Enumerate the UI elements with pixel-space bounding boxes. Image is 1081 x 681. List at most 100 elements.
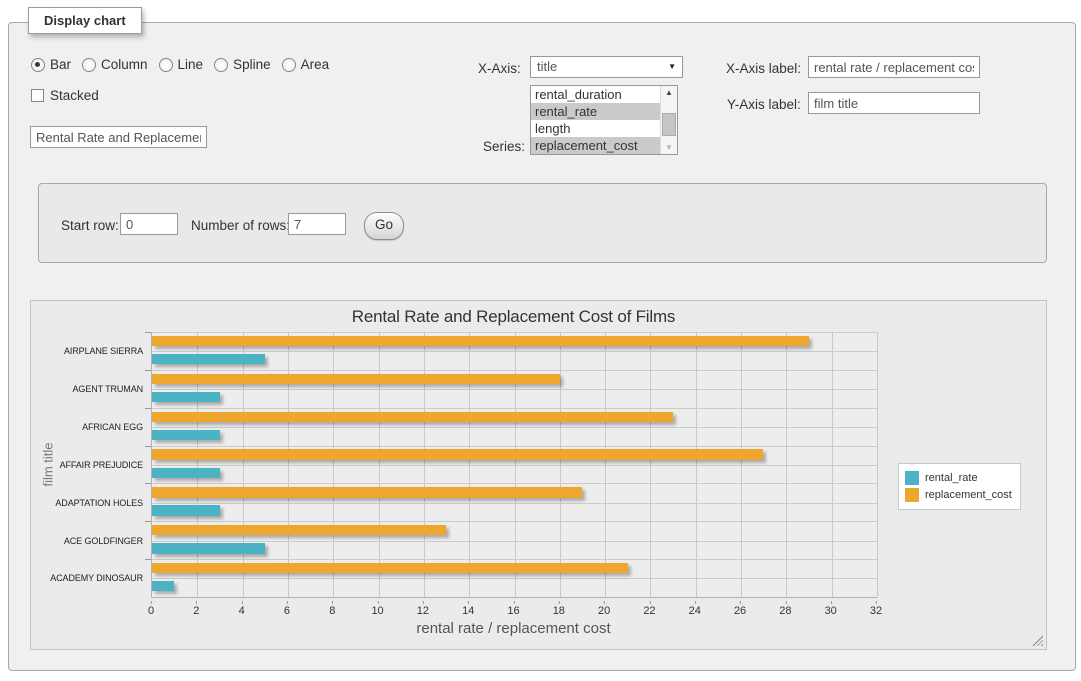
x-axis-select[interactable]: title ▼ — [530, 56, 683, 78]
category-label: ACE GOLDFINGER — [64, 536, 143, 546]
x-tick-label: 10 — [371, 605, 383, 617]
scroll-up-icon[interactable]: ▲ — [661, 86, 677, 99]
y-axis-title: film title — [35, 332, 61, 597]
x-tick-label: 6 — [284, 605, 290, 617]
stacked-row: Stacked — [31, 88, 99, 103]
chart-container: Rental Rate and Replacement Cost of Film… — [30, 300, 1047, 650]
number-of-rows-input[interactable] — [288, 213, 346, 235]
x-tick-label: 20 — [598, 605, 610, 617]
x-tick-label: 8 — [329, 605, 335, 617]
chart-legend: rental_rate replacement_cost — [898, 463, 1021, 510]
scroll-down-icon[interactable]: ▼ — [661, 141, 677, 154]
category-band: AFFAIR PREJUDICE — [152, 446, 877, 484]
radio-area[interactable] — [282, 58, 296, 72]
series-list-label: Series: — [483, 139, 525, 154]
bar-replacement_cost — [152, 525, 446, 535]
series-option-replacement-cost[interactable]: replacement_cost — [531, 137, 661, 154]
category-band: ACE GOLDFINGER — [152, 521, 877, 559]
legend-label: rental_rate — [925, 472, 978, 484]
x-tick-label: 0 — [148, 605, 154, 617]
x-axis-label-input[interactable] — [808, 56, 980, 78]
category-band: ADAPTATION HOLES — [152, 483, 877, 521]
bar-replacement_cost — [152, 449, 763, 459]
x-tick-label: 22 — [643, 605, 655, 617]
plot-area: AIRPLANE SIERRAAGENT TRUMANAFRICAN EGGAF… — [151, 332, 877, 598]
x-axis-title: rental rate / replacement cost — [151, 620, 876, 637]
bar-rental_rate — [152, 505, 220, 515]
radio-item-bar: Bar — [31, 57, 71, 72]
legend-swatch — [905, 471, 919, 485]
resize-grip-icon[interactable] — [1032, 635, 1043, 646]
category-label: AIRPLANE SIERRA — [64, 346, 143, 356]
series-listbox: rental_duration rental_rate length repla… — [530, 85, 678, 155]
x-axis-select-label: X-Axis: — [478, 61, 521, 76]
x-tick-label: 2 — [193, 605, 199, 617]
scrollbar-thumb[interactable] — [662, 113, 676, 136]
page: { "panel_title": "Display chart", "chart… — [0, 0, 1081, 681]
series-option-rental-duration[interactable]: rental_duration — [531, 86, 661, 103]
category-label: ACADEMY DINOSAUR — [50, 573, 143, 583]
category-label: ADAPTATION HOLES — [55, 498, 143, 508]
y-axis-label-input[interactable] — [808, 92, 980, 114]
bar-rental_rate — [152, 354, 265, 364]
radio-spline-label: Spline — [233, 57, 271, 72]
x-tick-label: 24 — [689, 605, 701, 617]
start-row-label: Start row: — [61, 218, 119, 233]
radio-column[interactable] — [82, 58, 96, 72]
category-label: AGENT TRUMAN — [73, 384, 143, 394]
radio-bar-label: Bar — [50, 57, 71, 72]
radio-item-line: Line — [159, 57, 204, 72]
bar-replacement_cost — [152, 336, 809, 346]
panel-title: Display chart — [28, 7, 142, 34]
bar-rental_rate — [152, 581, 174, 591]
bar-rental_rate — [152, 543, 265, 553]
stacked-label: Stacked — [50, 88, 99, 103]
category-band: ACADEMY DINOSAUR — [152, 559, 877, 597]
x-tick-label: 14 — [462, 605, 474, 617]
category-band: AIRPLANE SIERRA — [152, 332, 877, 370]
x-axis-label-field-label: X-Axis label: — [726, 61, 801, 76]
x-tick-label: 12 — [417, 605, 429, 617]
radio-line[interactable] — [159, 58, 173, 72]
chart-title: Rental Rate and Replacement Cost of Film… — [151, 307, 876, 327]
series-option-rental-rate[interactable]: rental_rate — [531, 103, 661, 120]
radio-spline[interactable] — [214, 58, 228, 72]
legend-item[interactable]: rental_rate — [905, 471, 1012, 485]
go-button[interactable]: Go — [364, 212, 404, 240]
x-tick-label: 32 — [870, 605, 882, 617]
row-controls-box: Start row: Number of rows: Go — [38, 183, 1047, 263]
series-option-length[interactable]: length — [531, 120, 661, 137]
radio-bar[interactable] — [31, 58, 45, 72]
category-band: AGENT TRUMAN — [152, 370, 877, 408]
radio-line-label: Line — [178, 57, 204, 72]
bar-replacement_cost — [152, 374, 560, 384]
series-scrollbar[interactable]: ▲ ▼ — [660, 86, 677, 154]
gridline — [877, 332, 878, 597]
bar-rental_rate — [152, 468, 220, 478]
chevron-down-icon: ▼ — [668, 57, 676, 77]
x-axis-select-value: title — [537, 59, 557, 74]
chart-title-input[interactable] — [30, 126, 207, 148]
stacked-checkbox[interactable] — [31, 89, 44, 102]
bar-replacement_cost — [152, 412, 673, 422]
chart-type-radio-group: Bar Column Line Spline Area — [31, 57, 340, 72]
x-tick-label: 26 — [734, 605, 746, 617]
plot-rows: AIRPLANE SIERRAAGENT TRUMANAFRICAN EGGAF… — [152, 332, 877, 597]
y-axis-label-field-label: Y-Axis label: — [727, 97, 801, 112]
start-row-input[interactable] — [120, 213, 178, 235]
x-tick-label: 4 — [239, 605, 245, 617]
radio-column-label: Column — [101, 57, 148, 72]
legend-item[interactable]: replacement_cost — [905, 488, 1012, 502]
legend-swatch — [905, 488, 919, 502]
bar-rental_rate — [152, 392, 220, 402]
x-tick-label: 28 — [779, 605, 791, 617]
category-band: AFRICAN EGG — [152, 408, 877, 446]
bar-replacement_cost — [152, 487, 582, 497]
number-of-rows-label: Number of rows: — [191, 218, 290, 233]
bar-rental_rate — [152, 430, 220, 440]
x-tick-label: 18 — [553, 605, 565, 617]
radio-item-area: Area — [282, 57, 330, 72]
series-options: rental_duration rental_rate length repla… — [531, 86, 661, 154]
x-tick-label: 30 — [825, 605, 837, 617]
category-label: AFRICAN EGG — [82, 422, 143, 432]
